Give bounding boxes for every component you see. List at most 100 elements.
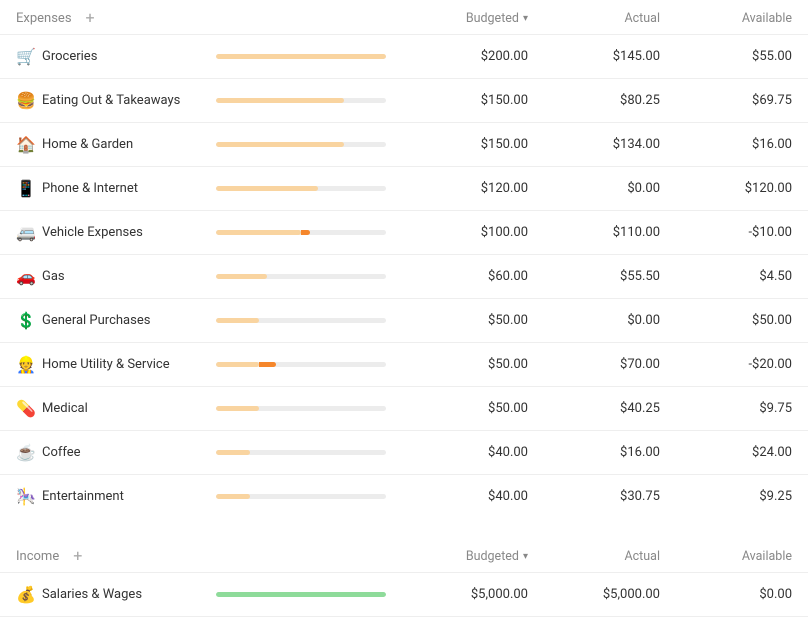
category-icon: 🚗: [16, 267, 36, 286]
progress-bar: [216, 406, 396, 411]
expenses-row[interactable]: 💊 Medical $50.00$40.25$9.75: [0, 386, 808, 430]
budgeted-value: $60.00: [396, 269, 528, 284]
category-label: Entertainment: [42, 489, 124, 504]
actual-value: $5,000.00: [528, 587, 660, 602]
category-icon: 💰: [16, 585, 36, 604]
progress-bar: [216, 142, 396, 147]
add-income-button[interactable]: +: [73, 548, 82, 564]
category-label: Groceries: [42, 49, 97, 64]
available-value: $120.00: [660, 181, 792, 196]
category-label: Medical: [42, 401, 88, 416]
actual-value: $70.00: [528, 357, 660, 372]
category-label: Home Utility & Service: [42, 357, 170, 372]
category-icon: 🛒: [16, 47, 36, 66]
category-cell: 🍔 Eating Out & Takeaways: [16, 91, 216, 110]
category-label: Vehicle Expenses: [42, 225, 143, 240]
category-icon: 🏠: [16, 135, 36, 154]
column-header-available[interactable]: Available: [660, 11, 792, 26]
progress-bar: [216, 318, 396, 323]
category-icon: 💲: [16, 311, 36, 330]
progress-bar: [216, 494, 396, 499]
budgeted-value: $50.00: [396, 401, 528, 416]
category-icon: 🚐: [16, 223, 36, 242]
available-value: $4.50: [660, 269, 792, 284]
expenses-row[interactable]: 👷Home Utility & Service$50.00$70.00-$20.…: [0, 342, 808, 386]
expenses-row[interactable]: 🚐Vehicle Expenses$100.00$110.00-$10.00: [0, 210, 808, 254]
category-label: Gas: [42, 269, 65, 284]
budgeted-value: $50.00: [396, 313, 528, 328]
available-value: $24.00: [660, 445, 792, 460]
category-cell: 💊 Medical: [16, 399, 216, 418]
available-value: $9.25: [660, 489, 792, 504]
income-section-header: Income + Budgeted▾ActualAvailable: [0, 538, 808, 572]
category-label: Phone & Internet: [42, 181, 138, 196]
available-value: $9.75: [660, 401, 792, 416]
category-icon: 🎠: [16, 487, 36, 506]
actual-value: $134.00: [528, 137, 660, 152]
actual-value: $55.50: [528, 269, 660, 284]
expenses-row[interactable]: 🏠 Home & Garden $150.00$134.00$16.00: [0, 122, 808, 166]
budgeted-value: $150.00: [396, 137, 528, 152]
income-section-title: Income: [16, 549, 59, 564]
actual-value: $80.25: [528, 93, 660, 108]
available-value: -$10.00: [660, 225, 792, 240]
progress-bar: [216, 186, 396, 191]
actual-value: $0.00: [528, 313, 660, 328]
progress-bar: [216, 362, 396, 367]
expenses-section-header: Expenses + Budgeted▾ActualAvailable: [0, 0, 808, 34]
category-icon: 👷: [16, 355, 36, 374]
category-icon: 💊: [16, 399, 36, 418]
budgeted-value: $40.00: [396, 445, 528, 460]
category-cell: 👷 Home Utility & Service: [16, 355, 216, 374]
column-header-available[interactable]: Available: [660, 549, 792, 564]
expenses-row[interactable]: 🚗 Gas $60.00$55.50$4.50: [0, 254, 808, 298]
progress-bar: [216, 274, 396, 279]
actual-value: $0.00: [528, 181, 660, 196]
expenses-row[interactable]: 🍔 Eating Out & Takeaways $150.00$80.25$69.…: [0, 78, 808, 122]
expenses-row[interactable]: 🛒Groceries$200.00$145.00$55.00: [0, 34, 808, 78]
actual-value: $16.00: [528, 445, 660, 460]
income-row[interactable]: 💰Salaries & Wages$5,000.00$5,000.00$0.00: [0, 572, 808, 617]
available-value: $55.00: [660, 49, 792, 64]
category-label: Salaries & Wages: [42, 587, 142, 602]
category-label: Eating Out & Takeaways: [42, 93, 180, 108]
progress-bar: [216, 98, 396, 103]
progress-bar: [216, 230, 396, 235]
budgeted-value: $100.00: [396, 225, 528, 240]
actual-value: $40.25: [528, 401, 660, 416]
column-header-actual[interactable]: Actual: [528, 549, 660, 564]
budgeted-value: $150.00: [396, 93, 528, 108]
column-header-actual[interactable]: Actual: [528, 11, 660, 26]
category-cell: 🚐 Vehicle Expenses: [16, 223, 216, 242]
available-value: $69.75: [660, 93, 792, 108]
add-expenses-button[interactable]: +: [86, 10, 95, 26]
expenses-row[interactable]: ☕Coffee $40.00$16.00$24.00: [0, 430, 808, 474]
budgeted-value: $5,000.00: [396, 587, 528, 602]
expenses-row[interactable]: 💲General Purchases$50.00$0.00$50.00: [0, 298, 808, 342]
column-header-budgeted-label: Budgeted: [466, 11, 519, 26]
category-label: General Purchases: [42, 313, 150, 328]
expenses-row[interactable]: 📱 Phone & Internet $120.00$0.00$120.00: [0, 166, 808, 210]
budgeted-value: $40.00: [396, 489, 528, 504]
actual-value: $145.00: [528, 49, 660, 64]
expenses-section-title: Expenses: [16, 11, 72, 26]
progress-bar: [216, 450, 396, 455]
category-cell: 🎠 Entertainment: [16, 487, 216, 506]
available-value: $16.00: [660, 137, 792, 152]
category-icon: 🍔: [16, 91, 36, 110]
column-header-budgeted[interactable]: Budgeted▾: [396, 11, 528, 26]
column-header-budgeted-label: Budgeted: [466, 549, 519, 564]
budgeted-value: $120.00: [396, 181, 528, 196]
category-cell: ☕Coffee: [16, 443, 216, 462]
category-cell: 📱 Phone & Internet: [16, 179, 216, 198]
category-label: Home & Garden: [42, 137, 133, 152]
expenses-row[interactable]: 🎠 Entertainment $40.00$30.75$9.25: [0, 474, 808, 518]
category-icon: ☕: [16, 443, 36, 462]
category-icon: 📱: [16, 179, 36, 198]
available-value: $0.00: [660, 587, 792, 602]
actual-value: $30.75: [528, 489, 660, 504]
column-header-budgeted[interactable]: Budgeted▾: [396, 549, 528, 564]
progress-bar: [216, 592, 396, 597]
category-cell: 💰 Salaries & Wages: [16, 585, 216, 604]
category-cell: 🛒 Groceries: [16, 47, 216, 66]
